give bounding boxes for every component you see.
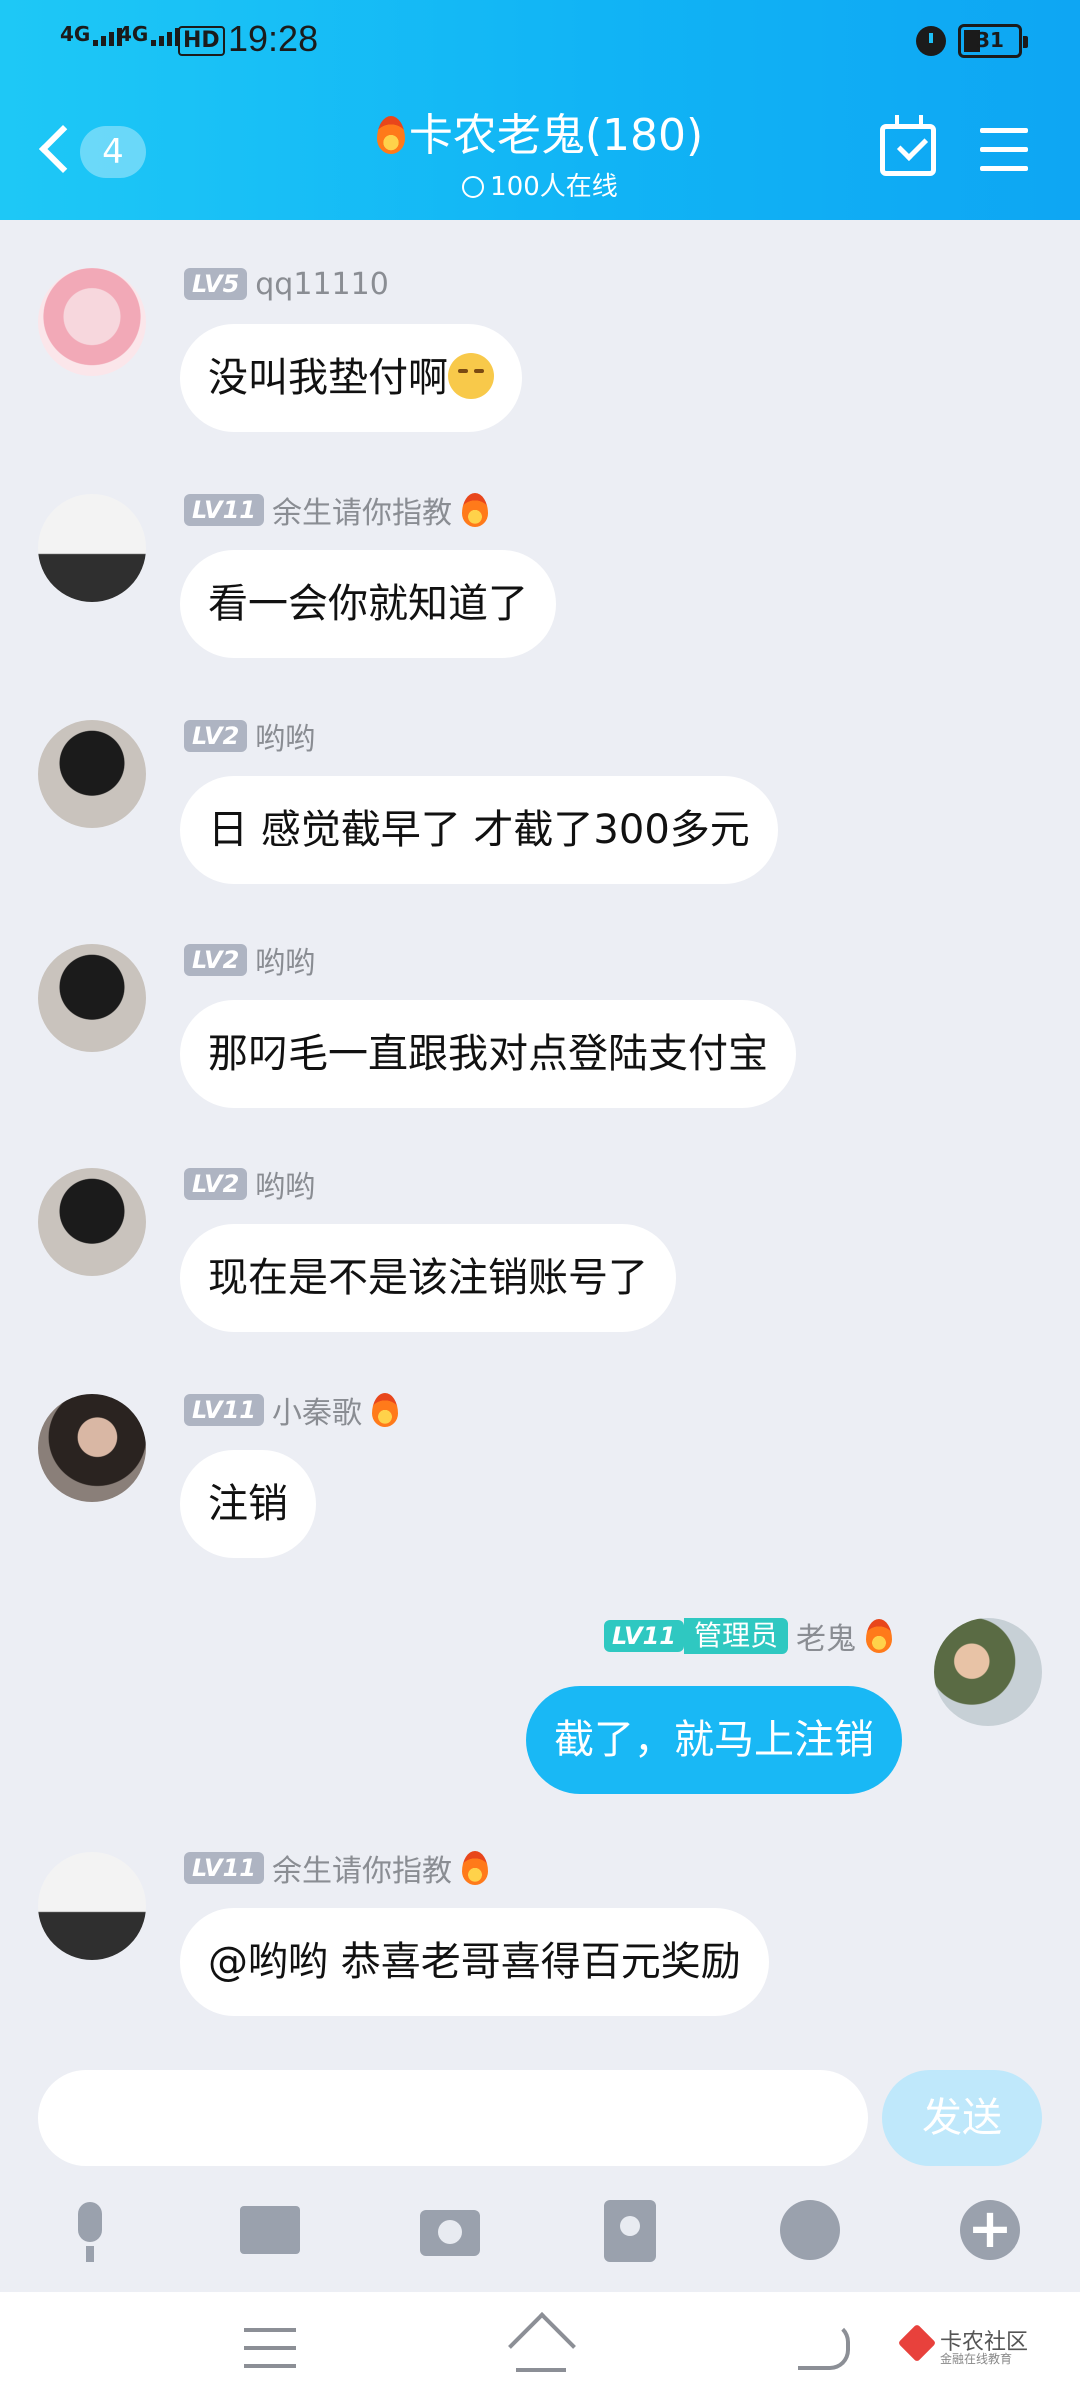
avatar[interactable]	[38, 1852, 146, 1960]
menu-icon[interactable]	[980, 128, 1028, 172]
message-bubble[interactable]: 注销	[180, 1450, 316, 1558]
message-bubble[interactable]: 截了，就马上注销	[526, 1686, 902, 1794]
message-text: 日 感觉截早了 才截了300多元	[208, 807, 750, 853]
fire-icon	[461, 493, 488, 527]
message-text: 那叼毛一直跟我对点登陆支付宝	[208, 1031, 768, 1077]
chat-header: 4G 4G HD 19:28 31 4 卡农老鬼(180) 100人在线	[0, 0, 1080, 220]
sender-info: LV11 余生请你指教	[184, 1846, 488, 1890]
sender-info: LV2 哟哟	[184, 714, 315, 758]
message-bubble[interactable]: 日 感觉截早了 才截了300多元	[180, 776, 778, 884]
level-badge: LV5	[184, 268, 248, 300]
online-icon	[462, 176, 485, 198]
sender-info: LV11 余生请你指教	[184, 488, 488, 532]
sender-name[interactable]: 哟哟	[255, 938, 315, 982]
alarm-icon	[916, 26, 946, 56]
sender-name[interactable]: 小秦歌	[272, 1388, 362, 1432]
sign-in-calendar-icon[interactable]	[880, 115, 936, 176]
composer-toolbar	[0, 2180, 1080, 2280]
message-bubble[interactable]: 没叫我垫付啊	[180, 324, 522, 432]
fire-icon	[461, 1851, 488, 1885]
message-text: 没叫我垫付啊	[208, 355, 448, 401]
fire-icon	[376, 116, 405, 154]
sender-info: LV5 qq11110	[184, 264, 389, 304]
watermark-logo: 卡农社区 金融在线教育	[897, 2323, 1070, 2370]
level-badge: LV2	[184, 944, 248, 976]
back-nav-icon[interactable]	[798, 2322, 850, 2370]
signal-2: 4G	[118, 22, 181, 46]
message-text: 注销	[208, 1481, 288, 1527]
message-bubble[interactable]: 那叼毛一直跟我对点登陆支付宝	[180, 1000, 796, 1108]
avatar[interactable]	[38, 1394, 146, 1502]
pensive-emoji-icon	[448, 353, 494, 399]
message-bubble[interactable]: 看一会你就知道了	[180, 550, 556, 658]
camera-icon[interactable]	[410, 2190, 490, 2270]
message-text: 现在是不是该注销账号了	[208, 1255, 648, 1301]
signal-1: 4G	[60, 22, 123, 46]
sender-info: LV2 哟哟	[184, 1162, 315, 1206]
level-badge: LV2	[184, 1168, 248, 1200]
avatar[interactable]	[38, 944, 146, 1052]
sender-name[interactable]: 余生请你指教	[272, 488, 452, 532]
plus-icon[interactable]	[950, 2190, 1030, 2270]
avatar[interactable]	[934, 1618, 1042, 1726]
avatar[interactable]	[38, 1168, 146, 1276]
online-count-text: 100人在线	[490, 172, 618, 202]
message-text: 看一会你就知道了	[208, 581, 528, 627]
sender-name[interactable]: 老鬼	[796, 1614, 856, 1658]
message-text: @哟哟 恭喜老哥喜得百元奖励	[208, 1939, 741, 1985]
sender-name[interactable]: 余生请你指教	[272, 1846, 452, 1890]
status-bar: 4G 4G HD 19:28 31	[0, 0, 1080, 80]
sender-name[interactable]: 哟哟	[255, 714, 315, 758]
battery-level: 31	[976, 28, 1004, 52]
send-button[interactable]: 发送	[882, 2070, 1042, 2166]
brand-subtitle: 金融在线教育	[940, 2352, 1013, 2366]
message-input[interactable]	[38, 2070, 868, 2166]
system-nav-bar: 卡农社区 金融在线教育	[0, 2292, 1080, 2400]
level-badge: LV11	[184, 1852, 264, 1884]
fire-icon	[866, 1619, 892, 1653]
avatar[interactable]	[38, 720, 146, 828]
sender-name[interactable]: qq11110	[255, 267, 389, 302]
sender-name[interactable]: 哟哟	[255, 1162, 315, 1206]
admin-badge: 管理员	[683, 1618, 788, 1654]
brand-logo-icon	[897, 2323, 937, 2363]
network-type-2: 4G	[118, 22, 149, 46]
message-bubble[interactable]: @哟哟 恭喜老哥喜得百元奖励	[180, 1908, 769, 2016]
home-icon[interactable]	[506, 2318, 576, 2374]
red-packet-icon[interactable]	[590, 2190, 670, 2270]
message-text: 截了，就马上注销	[554, 1717, 874, 1763]
battery-icon: 31	[958, 24, 1028, 58]
hd-voice-icon: HD	[178, 26, 225, 56]
emoji-icon[interactable]	[770, 2190, 850, 2270]
sender-info: LV11 小秦歌	[184, 1388, 398, 1432]
level-badge: LV11	[184, 494, 264, 526]
avatar[interactable]	[38, 494, 146, 602]
level-badge: LV11	[604, 1620, 684, 1652]
message-bubble[interactable]: 现在是不是该注销账号了	[180, 1224, 676, 1332]
level-badge: LV11	[184, 1394, 264, 1426]
microphone-icon[interactable]	[50, 2190, 130, 2270]
network-type-1: 4G	[60, 22, 91, 46]
status-time: 19:28	[228, 18, 319, 59]
level-badge: LV2	[184, 720, 248, 752]
fire-icon	[371, 1393, 398, 1427]
sender-info: LV2 哟哟	[184, 938, 315, 982]
image-icon[interactable]	[230, 2190, 310, 2270]
group-title-text: 卡农老鬼(180)	[408, 110, 704, 161]
recent-apps-icon[interactable]	[244, 2328, 296, 2368]
avatar[interactable]	[38, 268, 146, 376]
sender-info: LV11 管理员 老鬼	[604, 1614, 892, 1658]
